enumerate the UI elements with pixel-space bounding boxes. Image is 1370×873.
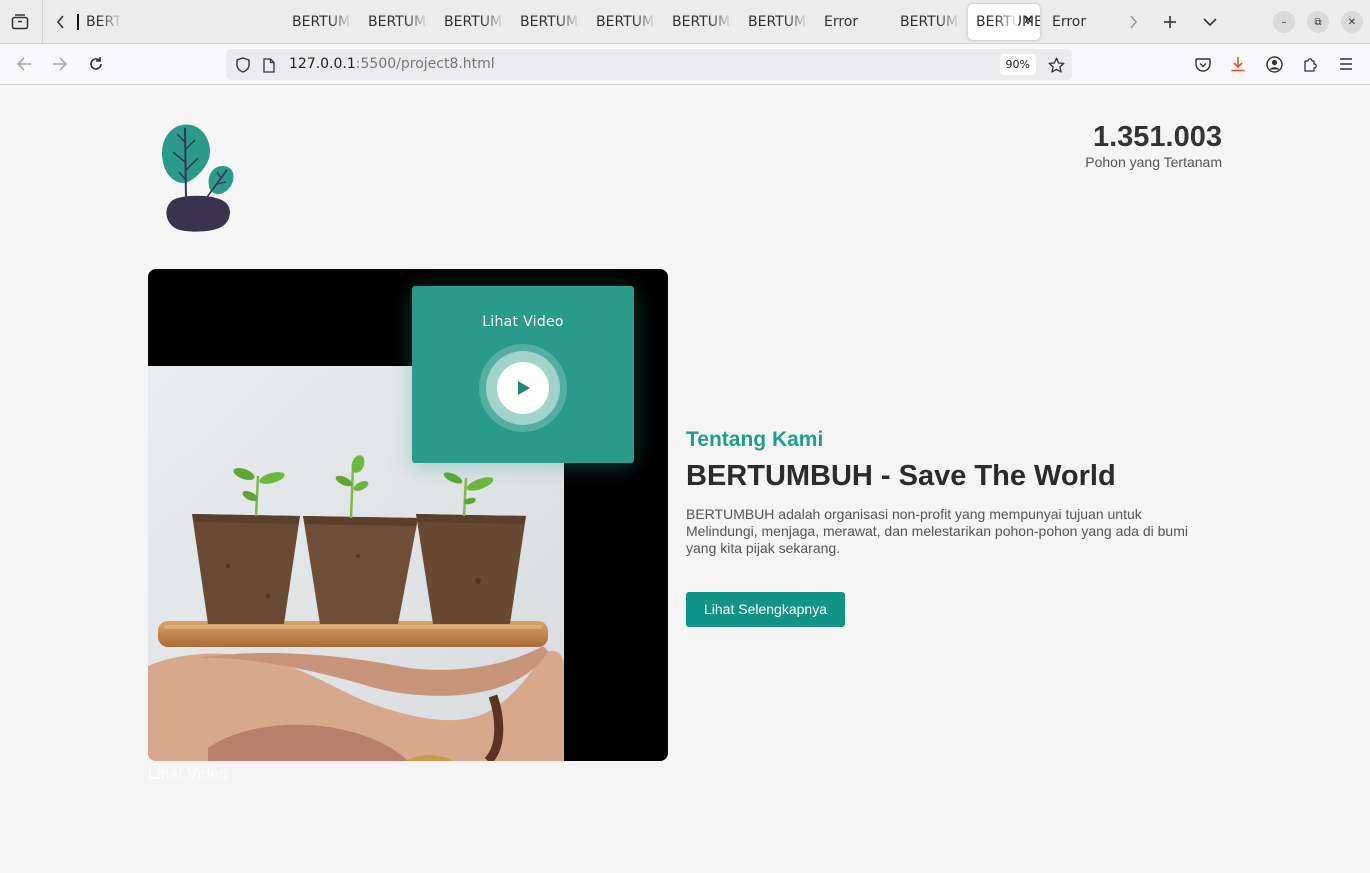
tab-8[interactable]: Error (824, 4, 874, 40)
bookmark-star-icon[interactable] (1046, 55, 1066, 75)
menu-icon[interactable] (1336, 54, 1356, 74)
forward-icon[interactable] (50, 54, 70, 74)
restore-window-icon[interactable]: ⧉ (1307, 11, 1329, 33)
tab-7[interactable]: BERTUMBUH (748, 4, 808, 40)
url-host: 127.0.0.1 (289, 56, 356, 72)
counter-value: 1.351.003 (1092, 121, 1222, 153)
back-icon[interactable] (14, 54, 34, 74)
account-icon[interactable] (1264, 54, 1284, 74)
tab-4[interactable]: BERTUMBUH (520, 4, 580, 40)
scroll-tabs-right-icon[interactable] (1124, 11, 1142, 33)
new-tab-icon[interactable] (1159, 11, 1181, 33)
watch-video-card[interactable]: Lihat Video (412, 286, 634, 463)
url-path: :5500/project8.html (355, 56, 495, 72)
pocket-icon[interactable] (1193, 54, 1213, 74)
tab-1[interactable]: BERTUMBUH (292, 4, 352, 40)
about-section: Tentang Kami BERTUMBUH - Save The World … (686, 428, 1226, 627)
about-description: BERTUMBUH adalah organisasi non-profit y… (686, 506, 1188, 556)
scroll-tabs-left-icon[interactable] (52, 11, 70, 33)
play-button[interactable] (497, 362, 549, 414)
downloads-icon[interactable] (1228, 54, 1248, 74)
learn-more-button[interactable]: Lihat Selengkapnya (686, 592, 845, 627)
tab-9[interactable]: BERTUMBUH (900, 4, 960, 40)
url-text[interactable]: 127.0.0.1:5500/project8.html (289, 56, 495, 72)
minimize-window-icon[interactable]: – (1273, 11, 1295, 33)
tab-label: Error (824, 14, 859, 30)
browser-nav-bar: 127.0.0.1:5500/project8.html 90% (0, 44, 1370, 85)
tab-5[interactable]: BERTUMBUH (596, 4, 656, 40)
browser-tab-bar: BERTBERTUMBUHBERTUMBUHBERTUMBUHBERTUMBUH… (0, 0, 1370, 44)
tab-2[interactable]: BERTUMBUH (368, 4, 428, 40)
close-window-icon[interactable]: ✕ (1341, 11, 1363, 33)
reload-icon[interactable] (86, 54, 106, 74)
video-card-label: Lihat Video (482, 314, 564, 330)
about-eyebrow: Tentang Kami (686, 428, 824, 451)
tab-label: Error (1052, 14, 1087, 30)
tab-3[interactable]: BERTUMBUH (444, 4, 504, 40)
shield-icon[interactable] (234, 56, 252, 74)
trees-planted-counter: 1.351.003 Pohon yang Tertanam (1085, 120, 1222, 170)
tab-0[interactable]: BERT (86, 4, 122, 40)
tab-6[interactable]: BERTUMBUH (672, 4, 732, 40)
close-tab-icon[interactable]: ✕ (1023, 13, 1034, 28)
tab-error-last[interactable]: Error (1052, 4, 1108, 40)
zoom-level-badge[interactable]: 90% (999, 54, 1036, 75)
counter-label: Pohon yang Tertanam (1085, 154, 1222, 170)
play-icon (518, 381, 530, 395)
plant-logo (155, 120, 241, 236)
about-title: BERTUMBUH - Save The World (686, 460, 1116, 492)
tab-active[interactable]: BERTUMBUH ✕ (968, 4, 1040, 40)
page-icon[interactable] (261, 56, 277, 74)
list-all-tabs-icon[interactable] (1199, 11, 1221, 33)
tab-overview-icon[interactable] (8, 11, 32, 33)
extensions-icon[interactable] (1300, 54, 1320, 74)
video-caption-link[interactable]: Lihat Video (148, 766, 228, 784)
url-bar[interactable]: 127.0.0.1:5500/project8.html 90% (226, 49, 1072, 80)
